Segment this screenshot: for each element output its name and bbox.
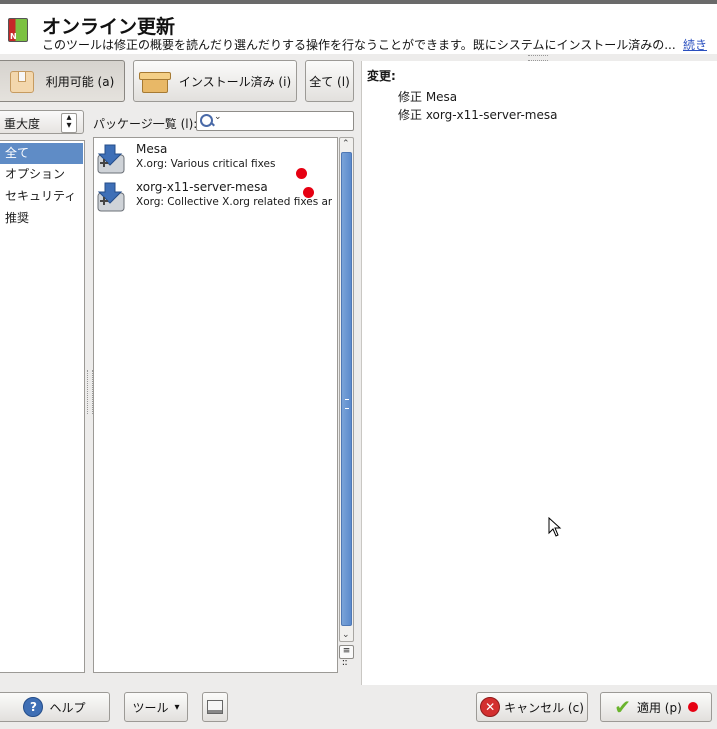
toggle-pane-button[interactable] [202,692,228,722]
category-item-all[interactable]: 全て [0,143,83,164]
available-filter-label: 利用可能 (a) [45,74,115,89]
help-icon: ? [23,697,44,717]
package-name: Mesa [136,142,168,156]
change-line: 修正 xorg-x11-server-mesa [398,108,558,122]
list-item[interactable]: xorg-x11-server-mesa Xorg: Collective X.… [96,178,332,216]
search-input[interactable]: ⌄ [196,111,354,131]
update-package-icon [97,144,125,174]
window-icon [207,700,223,714]
package-description: Xorg: Collective X.org related fixes an… [136,196,332,208]
details-pane: 変更: 修正 Mesa 修正 xorg-x11-server-mesa [361,61,717,685]
header-banner: N オンライン更新 このツールは修正の概要を読んだり選んだりする操作を行なうこと… [0,4,717,54]
list-menu-icon[interactable]: ≡ [339,645,354,659]
scroll-up-arrow-icon[interactable]: ⌃ [342,139,350,149]
category-item-recommended[interactable]: 推奨 [0,208,83,229]
change-line: 修正 Mesa [398,90,458,104]
scroll-down-arrow-icon[interactable]: ⌄ [342,630,350,640]
cancel-button[interactable]: ✕ キャンセル (c) [476,692,588,722]
help-button[interactable]: ? ヘルプ [0,692,110,722]
help-button-label: ヘルプ [49,700,86,715]
chevron-down-icon: ⌄ [214,112,222,122]
package-name: xorg-x11-server-mesa [136,180,268,194]
package-box-icon [9,68,36,94]
mouse-cursor-icon [548,517,562,537]
available-filter-button[interactable]: 利用可能 (a) [0,60,125,102]
status-dot [687,702,698,712]
more-link[interactable]: 続き [683,36,707,53]
category-item-security[interactable]: セキュリティ [0,186,83,207]
package-list-label: パッケージ一覧 (l): [93,117,198,131]
all-filter-button[interactable]: 全て (l) [305,60,354,102]
all-filter-label: 全て (l) [309,74,350,89]
package-list-scrollbar[interactable]: ⌃ ⌄ [339,137,354,642]
list-item[interactable]: Mesa X.org: Various critical fixes [96,140,332,179]
installed-filter-label: インストール済み (i) [178,74,292,89]
cancel-icon: ✕ [480,697,501,717]
apply-button-label: 適用 (p) [636,700,682,715]
resize-grip-icon[interactable]: ∶∶ [342,659,347,669]
chevron-down-icon: ▾ [174,701,180,713]
installed-filter-button[interactable]: インストール済み (i) [133,60,297,102]
cancel-button-label: キャンセル (c) [504,700,584,715]
page-title: オンライン更新 [42,16,176,38]
tools-menu-button[interactable]: ツール ▾ [124,692,188,722]
package-box-icon [138,70,171,93]
tools-button-label: ツール [132,700,169,715]
update-package-icon [97,182,125,212]
scrollbar-thumb[interactable] [341,152,352,626]
header-description: このツールは修正の概要を読んだり選んだりする操作を行なうことができます。既にシス… [42,38,676,52]
severity-combo[interactable]: 重大度 ▴ ▾ [0,110,84,134]
category-item-optional[interactable]: オプション [0,164,83,185]
apply-button[interactable]: ✔ 適用 (p) [600,692,712,722]
app-icon: N [8,18,28,42]
changes-heading: 変更: [367,69,396,83]
severity-combo-value: 重大度 [4,117,41,131]
up-down-arrows-icon: ▴ ▾ [61,113,77,133]
checkmark-icon: ✔ [614,695,631,719]
category-list: 全て オプション セキュリティ 推奨 [0,140,85,673]
package-list: Mesa X.org: Various critical fixes xorg-… [93,137,338,673]
status-dot [303,187,314,198]
